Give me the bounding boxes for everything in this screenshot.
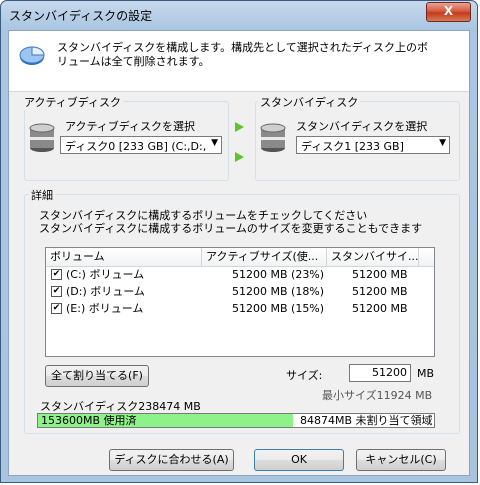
dropdown-arrow-icon: ▼	[211, 138, 218, 148]
used-text: 153600MB 使用済	[41, 414, 137, 427]
banner-text: スタンバイディスクを構成します。構成先として選択されたディスク上のボ リュームは…	[57, 41, 457, 69]
standby-disk-dropdown[interactable]: ディスク1 [233 GB] ▼	[296, 136, 450, 154]
standby-size: 51200 MB	[352, 285, 408, 298]
hard-disk-icon	[29, 123, 55, 152]
close-button[interactable]: X	[426, 2, 471, 22]
standby-total-text: スタンバイディスク238474 MB	[40, 400, 201, 413]
banner-line-1: スタンバイディスクを構成します。構成先として選択されたディスク上のボ	[57, 41, 429, 54]
active-size: 51200 MB (18%)	[232, 285, 325, 298]
title-bar[interactable]: スタンバイディスクの設定 X	[1, 1, 477, 29]
hard-disk-icon	[260, 123, 286, 152]
standby-disk-group: スタンバイディスク スタンバイディスクを選択 ディスク1 [233 GB] ▼	[255, 94, 460, 181]
assign-all-button[interactable]: 全て割り当てる(F)	[45, 365, 149, 387]
cancel-button[interactable]: キャンセル(C)	[356, 449, 446, 471]
size-input[interactable]: 51200	[349, 364, 411, 382]
active-disk-group-label: アクティブディスク	[22, 94, 124, 110]
standby-size: 51200 MB	[352, 302, 408, 315]
disk-usage-bar: 153600MB 使用済 84874MB 未割り当て領域	[37, 413, 435, 428]
size-unit: MB	[417, 367, 435, 380]
column-header-volume[interactable]: ボリューム	[46, 248, 202, 266]
info-banner: スタンバイディスクを構成します。構成先として選択されたディスク上のボ リュームは…	[9, 31, 469, 92]
volume-name: (D:) ボリューム	[66, 285, 145, 298]
arrow-right-icon	[235, 122, 244, 132]
size-label: サイズ:	[286, 369, 323, 382]
column-header-standby-size[interactable]: スタンバイサイ...	[327, 248, 419, 266]
standby-disk-group-label: スタンバイディスク	[258, 94, 361, 110]
details-group-label: 詳細	[29, 187, 55, 203]
dropdown-arrow-icon: ▼	[439, 138, 446, 148]
ok-button[interactable]: OK	[254, 449, 344, 471]
standby-select-label: スタンバイディスクを選択	[296, 120, 428, 133]
fit-to-disk-button[interactable]: ディスクに合わせる(A)	[109, 449, 234, 471]
table-row[interactable]: ✔ (D:) ボリューム 51200 MB (18%) 51200 MB	[46, 283, 434, 300]
disk-pie-icon	[19, 46, 45, 65]
volume-name: (C:) ボリューム	[66, 268, 145, 281]
volume-checkbox[interactable]: ✔	[51, 303, 62, 314]
unallocated-text: 84874MB 未割り当て領域	[300, 414, 433, 427]
standby-disk-selected: ディスク1 [233 GB]	[301, 140, 404, 153]
standby-size: 51200 MB	[352, 268, 408, 281]
active-size: 51200 MB (23%)	[232, 268, 325, 281]
banner-line-2: リュームは全て削除されます。	[57, 55, 210, 68]
active-disk-dropdown[interactable]: ディスク0 [233 GB] (C:,D:, ▼	[60, 136, 222, 154]
volume-checkbox[interactable]: ✔	[51, 286, 62, 297]
volume-list[interactable]: ボリューム アクティブサイズ(使... スタンバイサイ... ✔ (C:) ボリ…	[45, 247, 435, 357]
active-disk-group: アクティブディスク アクティブディスクを選択 ディスク0 [233 GB] (C…	[22, 94, 229, 181]
arrow-right-icon	[235, 152, 244, 162]
column-header-active-size[interactable]: アクティブサイズ(使...	[202, 248, 327, 266]
active-select-label: アクティブディスクを選択	[65, 120, 196, 133]
table-row[interactable]: ✔ (E:) ボリューム 51200 MB (15%) 51200 MB	[46, 300, 434, 317]
active-size: 51200 MB (15%)	[232, 302, 325, 315]
volume-name: (E:) ボリューム	[66, 302, 144, 315]
table-row[interactable]: ✔ (C:) ボリューム 51200 MB (23%) 51200 MB	[46, 266, 434, 283]
active-disk-selected: ディスク0 [233 GB] (C:,D:,	[65, 140, 207, 153]
volume-list-header: ボリューム アクティブサイズ(使... スタンバイサイ...	[46, 248, 434, 267]
instruction-text-2: スタンバイディスクに構成するボリュームのサイズを変更することもできます	[39, 222, 423, 235]
min-size-text: 最小サイズ11924 MB	[322, 389, 433, 402]
window-title: スタンバイディスクの設定	[9, 9, 153, 23]
volume-checkbox[interactable]: ✔	[51, 269, 62, 280]
